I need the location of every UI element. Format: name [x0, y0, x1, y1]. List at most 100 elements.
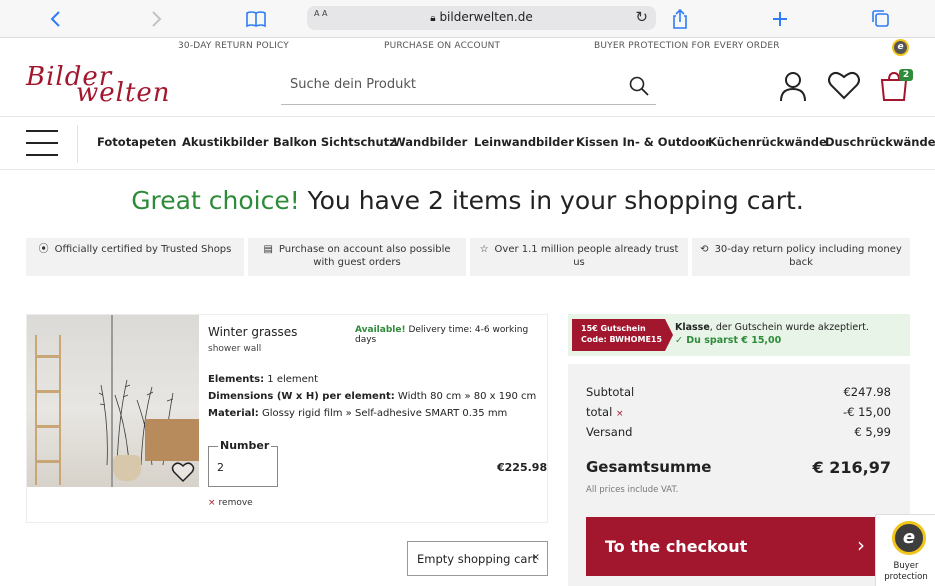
badge-line-1: Buyer: [893, 561, 919, 571]
empty-cart-label: Empty shopping cart: [417, 551, 537, 566]
trust-text: Officially certified by Trusted Shops: [54, 244, 232, 255]
trusted-shops-icon: ⦿: [38, 244, 49, 255]
nav-item-balkon-sichtschutz[interactable]: Balkon Sichtschutz: [273, 135, 396, 149]
logo-word-2: welten: [76, 78, 171, 108]
search-bar: [281, 68, 656, 105]
close-icon: ×: [531, 552, 540, 563]
item-price: €225.98: [497, 461, 548, 474]
star-icon: ☆: [479, 244, 489, 255]
return-icon: ⟲: [700, 244, 709, 255]
address-bar[interactable]: A A 🔒︎ bilderwelten.de ↻: [307, 6, 656, 30]
usp-strip: 30-DAY RETURN POLICY PURCHASE ON ACCOUNT…: [0, 38, 935, 58]
nav-item-kuechenrueckwaende[interactable]: Küchenrückwände: [708, 135, 827, 149]
discount-row: total × -€ 15,00: [586, 405, 891, 419]
nav-item-akustikbilder[interactable]: Akustikbilder: [182, 135, 269, 149]
chevron-right-icon: ›: [857, 533, 865, 557]
cart-count-badge: 2: [899, 69, 913, 81]
trust-box-account: ▤ Purchase on account also possible with …: [248, 238, 466, 276]
remove-icon: ×: [208, 498, 216, 508]
trust-box-certified: ⦿ Officially certified by Trusted Shops: [26, 238, 244, 276]
product-title[interactable]: Winter grasses: [208, 325, 297, 339]
usp-protection: BUYER PROTECTION FOR EVERY ORDER: [594, 41, 780, 51]
remove-label: remove: [218, 498, 253, 508]
check-icon: ✓: [675, 335, 683, 346]
voucher-message-bold: Klasse: [675, 322, 710, 333]
wishlist-icon[interactable]: [827, 70, 861, 102]
shipping-row: Versand € 5,99: [586, 425, 891, 439]
menu-icon[interactable]: [26, 130, 58, 156]
total-value: € 216,97: [812, 458, 891, 477]
trust-box-customers: ☆ Over 1.1 million people already trust u…: [470, 238, 688, 276]
spec-label: Elements:: [208, 374, 265, 385]
browser-toolbar: A A 🔒︎ bilderwelten.de ↻: [0, 0, 935, 38]
cabinet-shape: [145, 419, 199, 461]
empty-cart-button[interactable]: Empty shopping cart ×: [407, 541, 548, 576]
discount-label: total: [586, 405, 613, 419]
spec-material: Material: Glossy rigid film » Self-adhes…: [208, 408, 507, 419]
back-icon[interactable]: [45, 8, 67, 30]
voucher-saving-text: Du sparst € 15,00: [686, 335, 782, 346]
share-icon[interactable]: [669, 8, 691, 30]
usp-account: PURCHASE ON ACCOUNT: [384, 41, 501, 51]
remove-button[interactable]: × remove: [208, 498, 253, 508]
search-icon[interactable]: [628, 75, 650, 97]
total-label: Gesamtsumme: [586, 458, 712, 476]
discount-value: -€ 15,00: [842, 405, 891, 419]
nav-item-kissen[interactable]: Kissen In- & Outdoor: [576, 135, 711, 149]
nav-divider: [77, 125, 78, 163]
lock-icon: 🔒︎: [430, 13, 436, 24]
voucher-code: Code: BWHOME15: [581, 335, 663, 344]
spec-label: Dimensions (W x H) per element:: [208, 391, 395, 402]
quantity-field: [208, 446, 278, 487]
tabs-icon[interactable]: [869, 8, 891, 30]
spec-value: Width 80 cm » 80 x 190 cm: [397, 391, 537, 402]
spec-value: 1 element: [267, 374, 319, 385]
usp-returns: 30-DAY RETURN POLICY: [178, 41, 289, 51]
trust-text: Over 1.1 million people already trust us: [494, 244, 679, 268]
nav-item-wandbilder[interactable]: Wandbilder: [393, 135, 467, 149]
quantity-label: Number: [218, 439, 272, 452]
headline-text: You have 2 items in your shopping cart.: [299, 186, 804, 215]
spec-value: Glossy rigid film » Self-adhesive SMART …: [261, 408, 508, 419]
trust-box-returns: ⟲ 30-day return policy including money ba…: [692, 238, 910, 276]
checkout-label: To the checkout: [605, 537, 748, 556]
voucher-saving: ✓ Du sparst € 15,00: [675, 335, 781, 346]
remove-voucher-icon[interactable]: ×: [616, 409, 624, 419]
shipping-label: Versand: [586, 425, 633, 439]
trusted-shops-badge[interactable]: e Buyer protection: [875, 514, 935, 586]
nav-item-fototapeten[interactable]: Fototapeten: [97, 135, 176, 149]
trust-text: Purchase on account also possible with g…: [278, 244, 451, 268]
new-tab-icon[interactable]: [769, 8, 791, 30]
bookmarks-icon[interactable]: [245, 8, 267, 30]
trusted-shops-icon[interactable]: e: [892, 39, 909, 56]
availability-label: Available!: [355, 325, 406, 335]
voucher-message-rest: , der Gutschein wurde akzeptiert.: [709, 322, 869, 333]
voucher-message: Klasse, der Gutschein wurde akzeptiert.: [675, 322, 869, 333]
cart-item: Winter grasses shower wall Available! De…: [26, 314, 548, 523]
spec-label: Material:: [208, 408, 259, 419]
account-icon[interactable]: [778, 70, 808, 102]
subtotal-value: €247.98: [843, 385, 891, 399]
spec-elements: Elements: 1 element: [208, 374, 318, 385]
url-text: 🔒︎ bilderwelten.de: [307, 10, 656, 24]
reload-icon[interactable]: ↻: [635, 8, 648, 26]
url-value: bilderwelten.de: [439, 10, 533, 24]
product-image[interactable]: [27, 315, 199, 487]
quantity-input[interactable]: [217, 461, 267, 474]
voucher-notice: 15€ Gutschein Code: BWHOME15 Klasse, der…: [568, 314, 910, 356]
checkout-button[interactable]: To the checkout ›: [586, 517, 891, 576]
badge-line-2: protection: [884, 572, 928, 582]
favorite-heart-icon[interactable]: [171, 461, 195, 483]
total-row: Gesamtsumme € 216,97: [586, 458, 891, 477]
vat-note: All prices include VAT.: [586, 485, 679, 495]
search-input[interactable]: [290, 77, 610, 92]
basket-shape: [113, 455, 141, 481]
availability: Available! Delivery time: 4-6 working da…: [355, 325, 547, 345]
order-summary: Subtotal €247.98 total × -€ 15,00 Versan…: [568, 364, 910, 586]
site-logo[interactable]: Bilder welten: [26, 62, 188, 108]
subtotal-row: Subtotal €247.98: [586, 385, 891, 399]
forward-icon[interactable]: [145, 8, 167, 30]
nav-item-duschrueckwaende[interactable]: Duschrückwände: [825, 135, 935, 149]
nav-item-leinwandbilder[interactable]: Leinwandbilder: [474, 135, 574, 149]
spec-dimensions: Dimensions (W x H) per element: Width 80…: [208, 391, 536, 402]
